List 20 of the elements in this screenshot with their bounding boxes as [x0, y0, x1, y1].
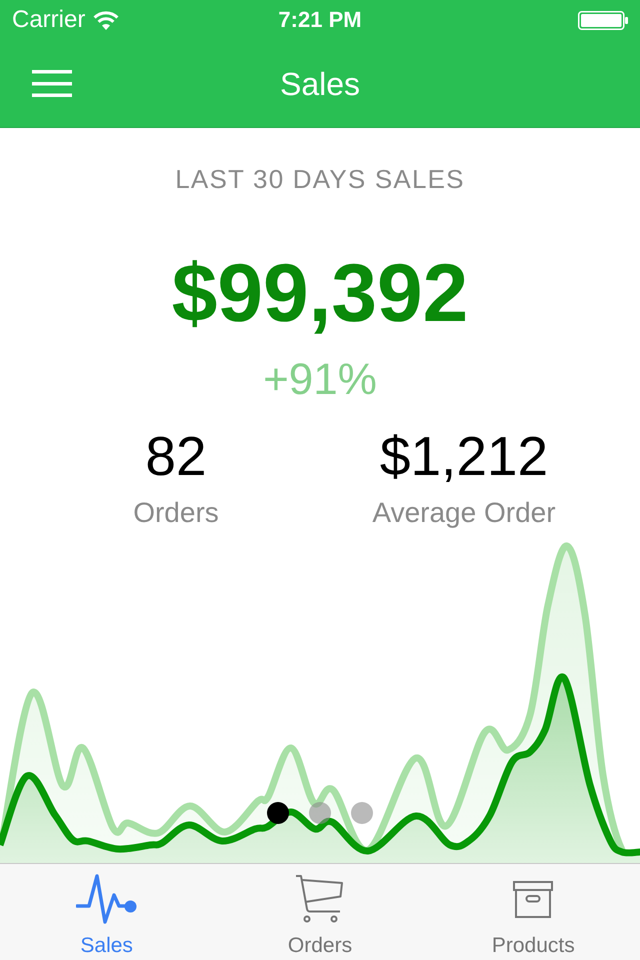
carrier-name: Carrier: [12, 8, 86, 32]
stat-value: $1,212: [380, 429, 548, 484]
cart-icon: [294, 874, 345, 924]
clock-time: 7:21 PM: [278, 9, 362, 31]
stat-label: Average Order: [372, 499, 556, 527]
wifi-icon: [93, 10, 120, 30]
period-heading: LAST 30 DAYS SALES: [175, 166, 465, 192]
stat-value: 82: [145, 429, 207, 484]
battery-icon: [578, 10, 628, 30]
menu-icon: [32, 70, 72, 97]
pulse-icon: [76, 873, 138, 925]
tab-button[interactable]: Orders: [213, 864, 427, 960]
tab-button[interactable]: Sales: [0, 864, 214, 960]
screen-title: Sales: [280, 68, 360, 100]
tab-button[interactable]: Products: [426, 864, 640, 960]
sales-change: +91%: [263, 358, 377, 402]
box-icon: [513, 880, 554, 918]
stat-label: Orders: [133, 499, 219, 527]
menu-button[interactable]: [32, 70, 72, 98]
sales-total: $99,392: [172, 253, 468, 335]
